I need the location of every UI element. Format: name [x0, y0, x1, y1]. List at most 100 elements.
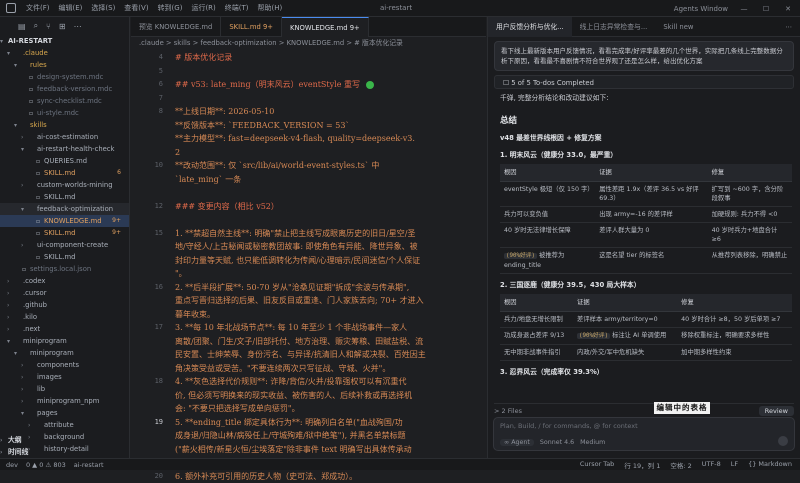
tree-folder[interactable]: ›miniprogram_npm: [0, 395, 129, 407]
code-line[interactable]: 2: [131, 146, 486, 160]
tree-folder[interactable]: ›.github: [0, 299, 129, 311]
status-item[interactable]: 空格: 2: [670, 460, 691, 470]
tree-file[interactable]: ▫feedback-version.mdc: [0, 83, 129, 95]
tree-folder[interactable]: ▾rules: [0, 59, 129, 71]
review-button[interactable]: Review: [759, 406, 794, 416]
tree-folder[interactable]: ›.next: [0, 323, 129, 335]
minimize-icon[interactable]: —: [738, 5, 750, 13]
code-line[interactable]: 地/守经人/上古秘闻或秘密教团故事: 即使角色有异能、降世异象、被: [131, 240, 486, 254]
status-item[interactable]: {} Markdown: [748, 460, 792, 470]
menu-item[interactable]: 转到(G): [158, 3, 183, 13]
code-line[interactable]: **反馈版本**: `FEEDBACK_VERSION = 53`: [131, 119, 486, 133]
timeline-section[interactable]: ›时间线: [0, 446, 130, 458]
code-line[interactable]: "。: [131, 267, 486, 281]
code-line[interactable]: 8**上线日期**: 2026-05-10: [131, 105, 486, 119]
agent-tab[interactable]: 用户反馈分析与优化...: [488, 17, 572, 37]
code-line[interactable]: 角决策受益或受苦。"不要连续两次只写征战、守城、火并"。: [131, 362, 486, 376]
more-icon[interactable]: ⋯: [777, 17, 800, 37]
agent-tab[interactable]: 线上日志异常检查与...: [572, 17, 656, 37]
search-icon[interactable]: ⌕: [34, 21, 38, 31]
editor-tab[interactable]: KNOWLEDGE.md 9+: [282, 17, 369, 37]
code-line[interactable]: 195. **ending_title 绑定具体行为**: 明确列白名单("血战…: [131, 416, 486, 430]
code-line[interactable]: `late_ming` 一条: [131, 173, 486, 187]
tree-folder[interactable]: ▾pages: [0, 407, 129, 419]
status-item[interactable]: LF: [731, 460, 738, 470]
tree-file[interactable]: ▫SKILL.md9+: [0, 227, 129, 239]
menu-item[interactable]: 文件(F): [26, 3, 50, 13]
status-item[interactable]: 行 19，列 1: [624, 460, 660, 470]
code-line[interactable]: [131, 186, 486, 200]
source-control-icon[interactable]: ⑂: [46, 22, 51, 31]
code-line[interactable]: [131, 213, 486, 227]
editor-tab[interactable]: SKILL.md 9+: [221, 17, 282, 37]
code-view[interactable]: 4# 版本优化记录56## v53: late_ming（明末风云）eventS…: [131, 51, 486, 483]
code-line[interactable]: 173. **每 10 年北战场节点**: 每 10 年至少 1 个非战场事件—…: [131, 321, 486, 335]
tree-folder[interactable]: ▾.claude: [0, 47, 129, 59]
todo-summary[interactable]: ☐ 5 of 5 To-dos Completed: [494, 75, 794, 89]
status-item[interactable]: dev: [6, 461, 18, 469]
code-line[interactable]: 7: [131, 92, 486, 106]
code-line[interactable]: 封印力量等天赋, 也只能低调转化为传闻/心理暗示/民间迷信/个人保证: [131, 254, 486, 268]
code-line[interactable]: 离散/团聚、门生/文子/旧部托付、地方治理、赈灾筹粮、田赋盐税、流: [131, 335, 486, 349]
tree-folder[interactable]: ›lib: [0, 383, 129, 395]
tree-folder[interactable]: ▾miniprogram: [0, 347, 129, 359]
files-toggle[interactable]: > 2 Files: [494, 407, 522, 415]
tree-folder[interactable]: ›.kilo: [0, 311, 129, 323]
tree-file[interactable]: ▫SKILL.md: [0, 251, 129, 263]
code-line[interactable]: 会: "不要只把选择写成单向惩罚"。: [131, 402, 486, 416]
extensions-icon[interactable]: ⊞: [59, 22, 66, 31]
tree-folder[interactable]: ›images: [0, 371, 129, 383]
send-icon[interactable]: [778, 436, 788, 446]
tree-folder[interactable]: ›.codex: [0, 275, 129, 287]
breadcrumb[interactable]: .claude > skills > feedback-optimization…: [131, 37, 486, 49]
code-line[interactable]: 206. 额外补充可引用的历史人物（史可法、郑成功）。: [131, 470, 486, 483]
menu-item[interactable]: 帮助(H): [258, 3, 283, 13]
model-selector[interactable]: Sonnet 4.6: [540, 439, 574, 446]
outline-section[interactable]: ›大纲: [0, 434, 130, 446]
tree-file[interactable]: ▫ui-style.mdc: [0, 107, 129, 119]
tree-file[interactable]: ▫sync-checklist.mdc: [0, 95, 129, 107]
tree-file[interactable]: ▫SKILL.md: [0, 191, 129, 203]
code-line[interactable]: 184. **灰色选择代价规则**: 诈降/背信/火并/投靠强权可以有沉重代: [131, 375, 486, 389]
maximize-icon[interactable]: ☐: [760, 5, 772, 13]
menu-item[interactable]: 运行(R): [191, 3, 215, 13]
tree-file[interactable]: ▫settings.local.json: [0, 263, 129, 275]
code-line[interactable]: 价, 但必须写明换来的现实收益、被伤害的人、后续补救或再选择机: [131, 389, 486, 403]
tree-folder[interactable]: ▾ai-restart-health-check: [0, 143, 129, 155]
tree-file[interactable]: ▫KNOWLEDGE.md9+: [0, 215, 129, 227]
code-line[interactable]: 162. **后半段扩展**: 50-70 岁从"沧桑见证期"拆成"余波与传承期…: [131, 281, 486, 295]
agent-mode-selector[interactable]: ∞ Agent: [500, 439, 534, 446]
code-line[interactable]: 12### 变更内容（相比 v52）: [131, 200, 486, 214]
code-line[interactable]: 151. **禁超自然主线**: 明确"禁止把主线写成眼离历史的旧日/星空/圣: [131, 227, 486, 241]
code-line[interactable]: 4# 版本优化记录: [131, 51, 486, 65]
chat-input[interactable]: Plan, Build, / for commands, @ for conte…: [493, 417, 795, 451]
menu-item[interactable]: 查看(V): [124, 3, 148, 13]
tree-file[interactable]: ▫design-system.mdc: [0, 71, 129, 83]
status-item[interactable]: UTF-8: [702, 460, 721, 470]
tree-folder[interactable]: ›ai-cost-estimation: [0, 131, 129, 143]
editor-tab[interactable]: 预览 KNOWLEDGE.md: [131, 17, 221, 37]
more-icon[interactable]: ⋯: [74, 22, 82, 31]
tree-folder[interactable]: ›.cursor: [0, 287, 129, 299]
status-item[interactable]: Cursor Tab: [580, 460, 614, 470]
files-icon[interactable]: ▤: [18, 22, 26, 31]
tree-folder[interactable]: ▾skills: [0, 119, 129, 131]
tree-folder[interactable]: ›ui-component-create: [0, 239, 129, 251]
code-line[interactable]: ("薪火相传/新星火恒/尘埃落定"除非事件 text 明确写出具体传承动: [131, 443, 486, 457]
explorer-root[interactable]: ▾AI-RESTART: [0, 35, 129, 47]
code-line[interactable]: **主力模型**: fast=deepseek-v4-flash, qualit…: [131, 132, 486, 146]
code-line[interactable]: 10**改动范围**: 仅 `src/lib/ai/world-event-st…: [131, 159, 486, 173]
code-line[interactable]: 民安置、士绅荣辱、身份污名、与异译/抗清旧人和解或决裂、百姓因主: [131, 348, 486, 362]
menu-item[interactable]: 选择(S): [91, 3, 115, 13]
tree-folder[interactable]: ›attribute: [0, 419, 129, 431]
code-line[interactable]: 5: [131, 65, 486, 79]
tree-file[interactable]: ▫SKILL.md6: [0, 167, 129, 179]
model-effort[interactable]: Medium: [580, 439, 605, 446]
agent-tab[interactable]: Skill new: [655, 17, 701, 37]
tree-folder[interactable]: ›components: [0, 359, 129, 371]
tree-file[interactable]: ▫QUERIES.md: [0, 155, 129, 167]
status-item[interactable]: ai-restart: [74, 461, 104, 469]
code-line[interactable]: 6## v53: late_ming（明末风云）eventStyle 重写: [131, 78, 486, 92]
code-line[interactable]: 成身退/归隐山林/病殁任上/守城殉难/狱中绝笔"), 并黑名单禁标题: [131, 429, 486, 443]
code-line[interactable]: 重点写晋归选择的后果、旧友反目或重逢、门人家族去向; 70+ 才进入: [131, 294, 486, 308]
